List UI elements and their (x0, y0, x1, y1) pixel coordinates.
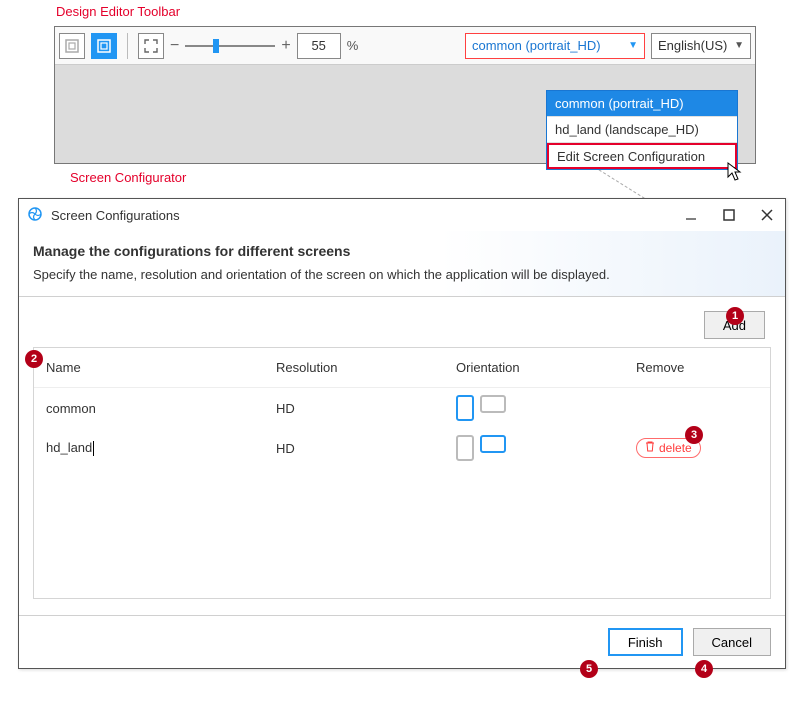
zoom-in-button[interactable]: + (281, 37, 290, 55)
screen-config-dropdown-menu: common (portrait_HD) hd_land (landscape_… (546, 90, 738, 170)
toolbar-label: Design Editor Toolbar (56, 4, 180, 19)
chevron-down-icon: ▼ (628, 40, 638, 51)
cancel-button[interactable]: Cancel (693, 628, 771, 656)
callout-2: 2 (25, 350, 43, 368)
table-row[interactable]: hd_land HD delete (34, 428, 770, 468)
screen-configurations-dialog: Screen Configurations Manage the configu… (18, 198, 786, 669)
callout-3: 3 (685, 426, 703, 444)
dialog-footer: Finish Cancel (19, 615, 785, 668)
separator (127, 33, 128, 59)
dropdown-item-hdland[interactable]: hd_land (landscape_HD) (547, 117, 737, 143)
layout-mode-2-button[interactable] (91, 33, 117, 59)
close-button[interactable] (757, 205, 777, 225)
slider-track (185, 45, 275, 47)
landscape-icon[interactable] (480, 395, 506, 413)
dropdown-selected-text: common (portrait_HD) (472, 38, 601, 53)
fit-screen-button[interactable] (138, 33, 164, 59)
cursor-icon (727, 162, 743, 185)
app-icon (27, 206, 43, 225)
trash-icon (645, 441, 655, 455)
callout-1: 1 (726, 307, 744, 325)
design-editor-panel: − + 55 % common (portrait_HD) ▼ English(… (54, 26, 756, 164)
col-resolution: Resolution (276, 360, 456, 375)
zoom-percent-label: % (347, 38, 359, 53)
dialog-titlebar: Screen Configurations (19, 199, 785, 231)
dialog-heading: Manage the configurations for different … (33, 243, 771, 259)
dialog-title: Screen Configurations (51, 208, 180, 223)
dialog-body: Add Name Resolution Orientation Remove c… (19, 297, 785, 615)
dialog-description: Specify the name, resolution and orienta… (33, 267, 771, 282)
text-cursor (93, 441, 94, 456)
minimize-button[interactable] (681, 205, 701, 225)
design-editor-toolbar: − + 55 % common (portrait_HD) ▼ English(… (55, 27, 755, 65)
layout-mode-1-button[interactable] (59, 33, 85, 59)
screen-config-dropdown[interactable]: common (portrait_HD) ▼ (465, 33, 645, 59)
dropdown-item-edit-config[interactable]: Edit Screen Configuration (547, 143, 737, 169)
cell-orientation (456, 435, 636, 461)
maximize-button[interactable] (719, 205, 739, 225)
cell-orientation (456, 395, 636, 421)
col-remove: Remove (636, 360, 758, 375)
landscape-icon[interactable] (480, 435, 506, 453)
col-name: Name (46, 360, 276, 375)
callout-5: 5 (580, 660, 598, 678)
callout-4: 4 (695, 660, 713, 678)
cell-resolution: HD (276, 441, 456, 456)
zoom-slider[interactable] (185, 33, 275, 59)
table-row[interactable]: common HD (34, 388, 770, 428)
portrait-icon[interactable] (456, 395, 474, 421)
col-orientation: Orientation (456, 360, 636, 375)
cell-resolution: HD (276, 401, 456, 416)
portrait-icon[interactable] (456, 435, 474, 461)
zoom-out-button[interactable]: − (170, 37, 179, 55)
dropdown-item-common[interactable]: common (portrait_HD) (547, 91, 737, 117)
finish-button[interactable]: Finish (608, 628, 683, 656)
configurator-label: Screen Configurator (70, 170, 186, 185)
chevron-down-icon: ▼ (734, 40, 744, 51)
slider-thumb[interactable] (213, 39, 219, 53)
zoom-input[interactable]: 55 (297, 33, 341, 59)
config-table: Name Resolution Orientation Remove commo… (33, 347, 771, 599)
dialog-header: Manage the configurations for different … (19, 231, 785, 297)
cell-name: common (46, 401, 276, 416)
dropdown-selected-text: English(US) (658, 38, 727, 53)
table-header: Name Resolution Orientation Remove (34, 348, 770, 388)
language-dropdown[interactable]: English(US) ▼ (651, 33, 751, 59)
cell-name-editing[interactable]: hd_land (46, 440, 276, 456)
